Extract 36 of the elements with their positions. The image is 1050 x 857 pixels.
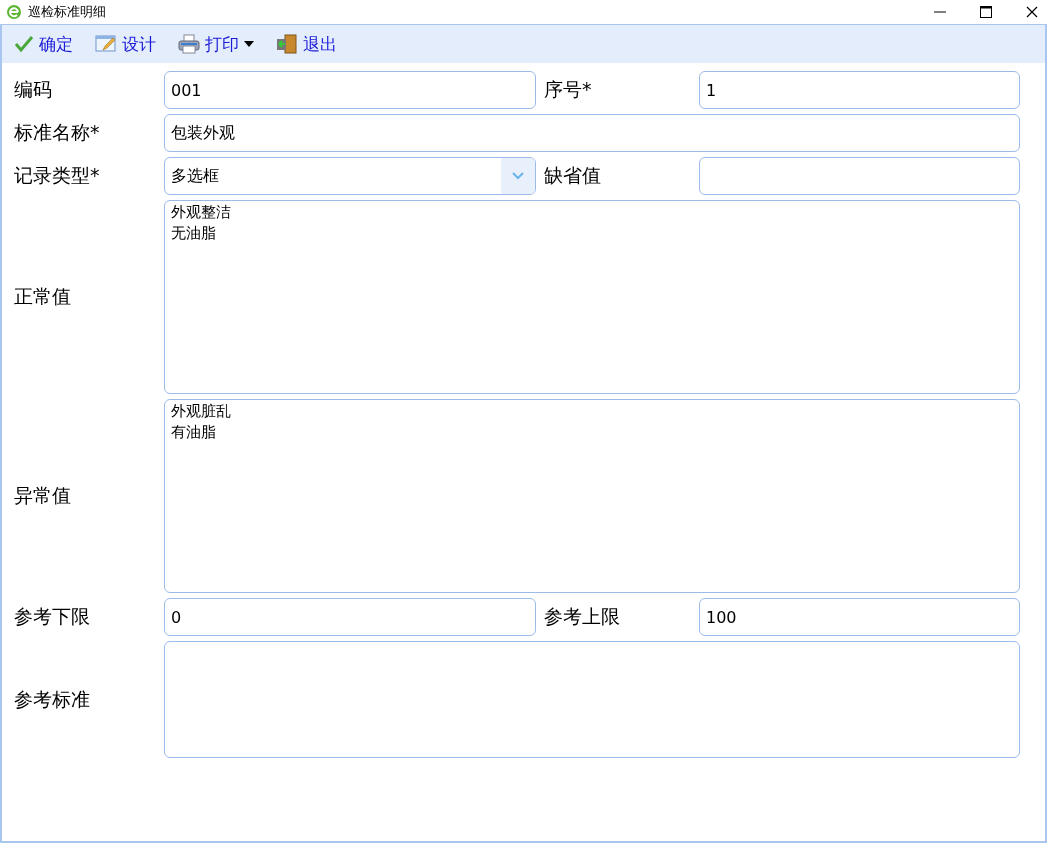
field-label: 参考上限 — [543, 604, 621, 629]
dropdown-field[interactable]: 多选框 — [164, 157, 536, 195]
pencil-window-icon — [95, 35, 117, 53]
field-label: 参考标准 — [13, 686, 91, 712]
text-line: 外观整洁 — [171, 202, 231, 223]
text-area[interactable]: 外观脏乱 有油脂 — [164, 399, 1020, 593]
input-field[interactable]: 1 — [699, 71, 1020, 109]
text-line: 有油脂 — [171, 422, 216, 443]
field-label: 标准名称* — [13, 120, 101, 145]
field-label: 序号* — [543, 77, 593, 102]
toolbar-button[interactable]: 设计 — [91, 30, 160, 58]
checkmark-icon — [14, 35, 34, 53]
field-label: 缺省值 — [543, 163, 602, 188]
print-dropdown-button[interactable]: 打印 — [174, 30, 258, 58]
printer-icon — [178, 34, 200, 54]
input-field[interactable]: 0 — [164, 598, 536, 636]
app-logo-icon — [6, 4, 22, 20]
input-field[interactable]: 100 — [699, 598, 1020, 636]
field-label: 参考下限 — [13, 604, 91, 629]
input-field[interactable] — [699, 157, 1020, 195]
input-field[interactable]: 001 — [164, 71, 536, 109]
text-line: 无油脂 — [171, 223, 216, 244]
toolbar-button[interactable]: 确定 — [10, 30, 77, 58]
field-label: 正常值 — [13, 284, 72, 309]
door-exit-icon — [276, 34, 298, 54]
window-title: 巡检标准明细 — [28, 3, 106, 21]
field-label: 编码 — [13, 77, 53, 102]
text-line: 外观脏乱 — [171, 401, 231, 422]
maximize-icon[interactable] — [980, 6, 992, 18]
close-icon[interactable] — [1026, 6, 1038, 18]
text-area[interactable]: 外观整洁 无油脂 — [164, 200, 1020, 394]
field-label: 异常值 — [13, 483, 72, 508]
field-label: 记录类型* — [13, 163, 101, 188]
chevron-down-icon — [512, 172, 524, 180]
toolbar-button[interactable]: 退出 — [272, 30, 341, 58]
input-field[interactable]: 包装外观 — [164, 114, 1020, 152]
